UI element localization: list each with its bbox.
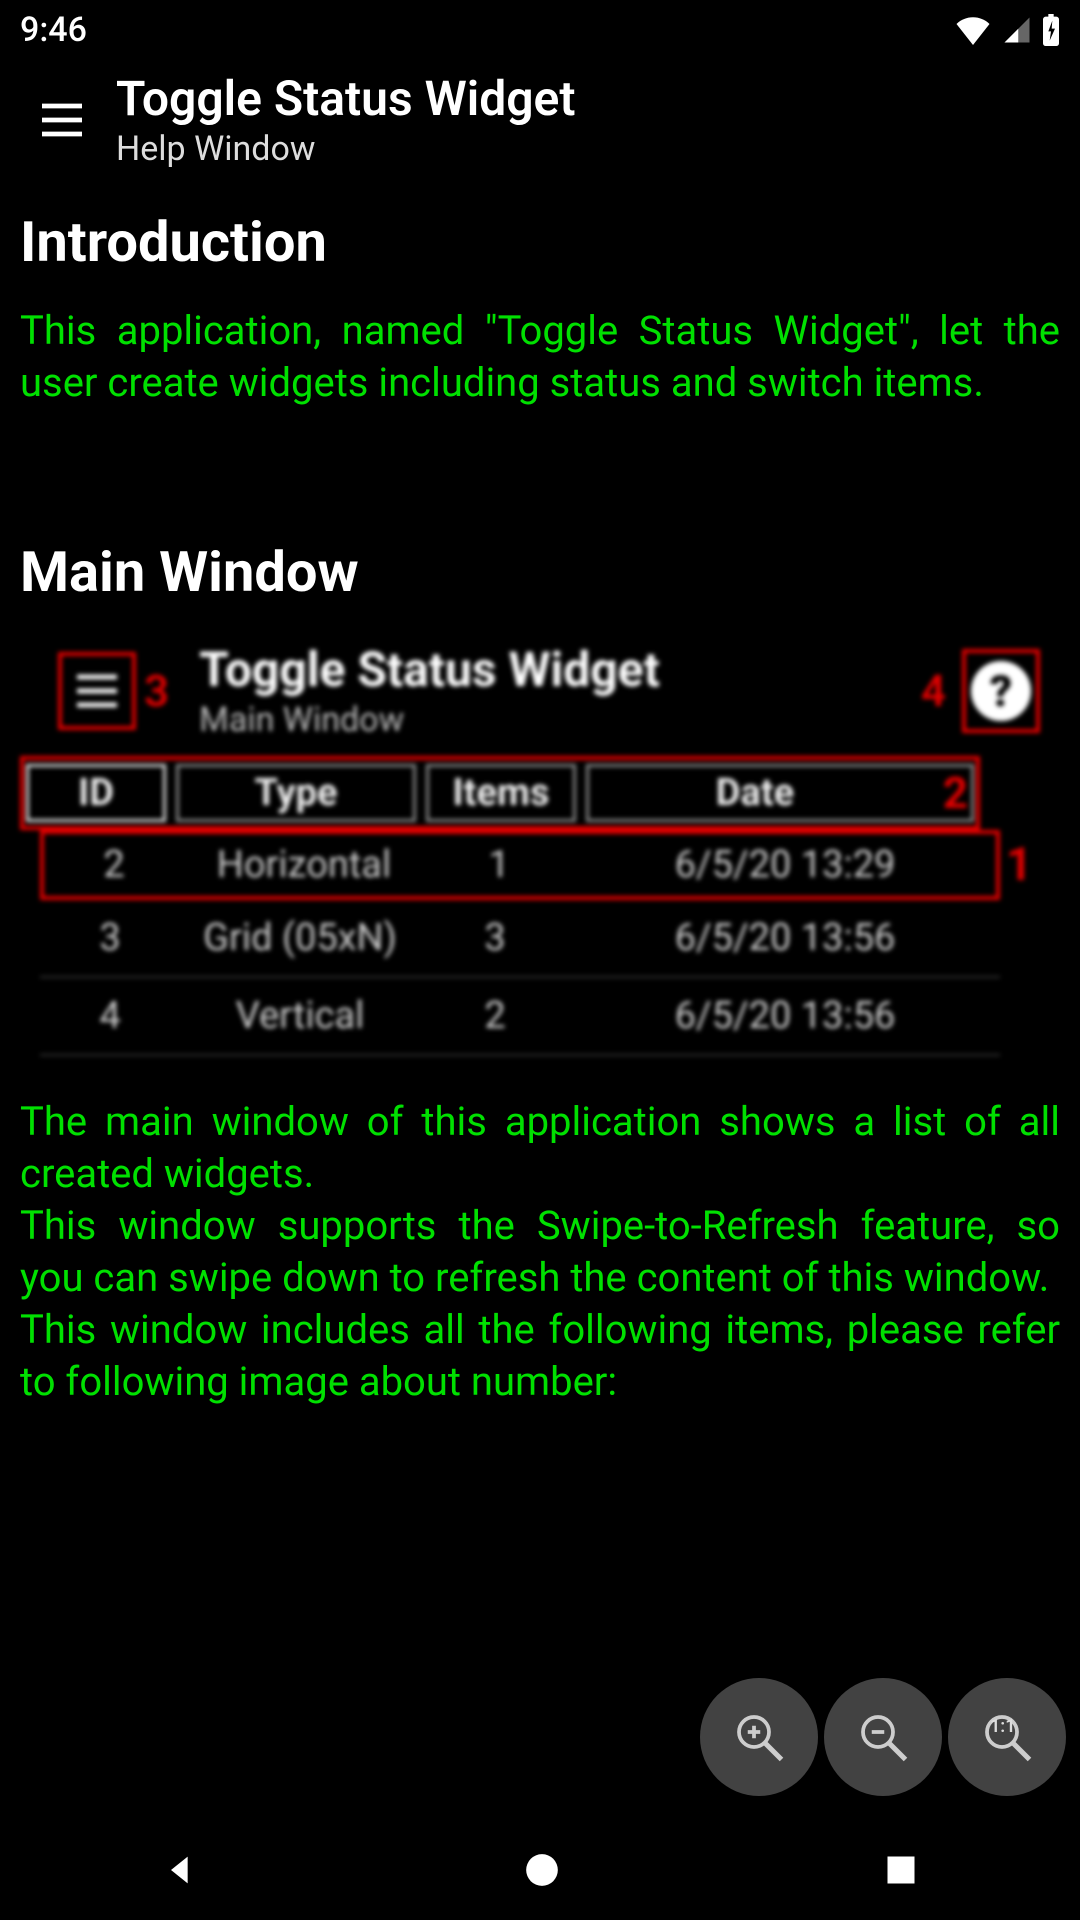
table-row: 4 Vertical 2 6/5/20 13:56 <box>40 978 1000 1056</box>
cell-signal-icon <box>1002 15 1032 45</box>
cell-date: 6/5/20 13:29 <box>574 843 996 887</box>
app-subtitle: Help Window <box>116 129 575 169</box>
back-icon <box>161 1850 201 1890</box>
cell-type: Vertical <box>180 994 420 1038</box>
status-time: 9:46 <box>20 10 87 50</box>
zoom-in-button[interactable] <box>700 1678 818 1796</box>
wifi-icon <box>954 15 992 45</box>
app-bar: Toggle Status Widget Help Window <box>0 60 1080 189</box>
nav-back-button[interactable] <box>161 1850 201 1890</box>
cell-id: 2 <box>44 843 184 887</box>
illust-menu-box <box>58 652 136 730</box>
nav-home-button[interactable] <box>523 1851 561 1889</box>
illust-header-type: Type <box>176 764 416 822</box>
illust-row-0-wrap: 2 Horizontal 1 6/5/20 13:29 1 <box>20 830 1060 900</box>
illust-appbar: 3 Toggle Status Widget Main Window 4 ? <box>20 635 1060 746</box>
intro-body: This application, named "Toggle Status W… <box>20 305 1060 409</box>
illust-title: Toggle Status Widget <box>199 641 921 698</box>
mainwin-heading: Main Window <box>20 539 1060 605</box>
help-icon: ? <box>971 661 1031 721</box>
cell-id: 4 <box>40 994 180 1038</box>
cell-date: 6/5/20 13:56 <box>570 916 1000 960</box>
illust-header-items: Items <box>426 764 576 822</box>
nav-recent-button[interactable] <box>883 1852 919 1888</box>
mainwin-body-3: This window includes all the following i… <box>20 1304 1060 1408</box>
illust-row-2-wrap: 4 Vertical 2 6/5/20 13:56 <box>20 978 1060 1056</box>
app-title: Toggle Status Widget <box>116 70 575 127</box>
mainwin-illustration: 3 Toggle Status Widget Main Window 4 ? I… <box>20 635 1060 1056</box>
illust-annot-3: 3 <box>144 665 169 717</box>
status-bar: 9:46 <box>0 0 1080 60</box>
illust-annot-1: 1 <box>1006 838 1032 892</box>
menu-icon[interactable] <box>38 96 86 144</box>
zoom-reset-button[interactable]: 1:1 <box>948 1678 1066 1796</box>
status-icons <box>954 14 1060 46</box>
zoom-reset-icon <box>977 1707 1037 1767</box>
cell-date: 6/5/20 13:56 <box>570 994 1000 1038</box>
illust-annot-2: 2 <box>943 767 968 819</box>
illust-header-row: ID Type Items Date 2 <box>20 756 980 830</box>
illust-header-wrap: ID Type Items Date 2 <box>20 756 1060 830</box>
recent-icon <box>883 1852 919 1888</box>
cell-id: 3 <box>40 916 180 960</box>
table-row: 2 Horizontal 1 6/5/20 13:29 <box>40 830 1000 900</box>
home-icon <box>523 1851 561 1889</box>
illust-header-id: ID <box>26 764 166 822</box>
illust-help-box: ? <box>962 649 1040 733</box>
cell-items: 3 <box>420 916 570 960</box>
illust-subtitle: Main Window <box>199 700 921 740</box>
illust-header-date: Date <box>586 764 974 822</box>
table-row: 3 Grid (05xN) 3 6/5/20 13:56 <box>40 900 1000 978</box>
zoom-out-icon <box>853 1707 913 1767</box>
nav-bar <box>0 1820 1080 1920</box>
cell-type: Grid (05xN) <box>180 916 420 960</box>
illust-row-1-wrap: 3 Grid (05xN) 3 6/5/20 13:56 <box>20 900 1060 978</box>
help-content[interactable]: Introduction This application, named "To… <box>0 209 1080 1408</box>
mainwin-body-1: The main window of this application show… <box>20 1096 1060 1200</box>
battery-charging-icon <box>1042 14 1060 46</box>
menu-icon <box>73 667 121 715</box>
cell-type: Horizontal <box>184 843 424 887</box>
zoom-controls: 1:1 <box>700 1678 1066 1796</box>
cell-items: 1 <box>424 843 574 887</box>
illust-annot-4: 4 <box>921 665 946 717</box>
mainwin-body-2: This window supports the Swipe-to-Refres… <box>20 1200 1060 1304</box>
intro-heading: Introduction <box>20 209 1060 275</box>
zoom-out-button[interactable] <box>824 1678 942 1796</box>
cell-items: 2 <box>420 994 570 1038</box>
zoom-in-icon <box>729 1707 789 1767</box>
